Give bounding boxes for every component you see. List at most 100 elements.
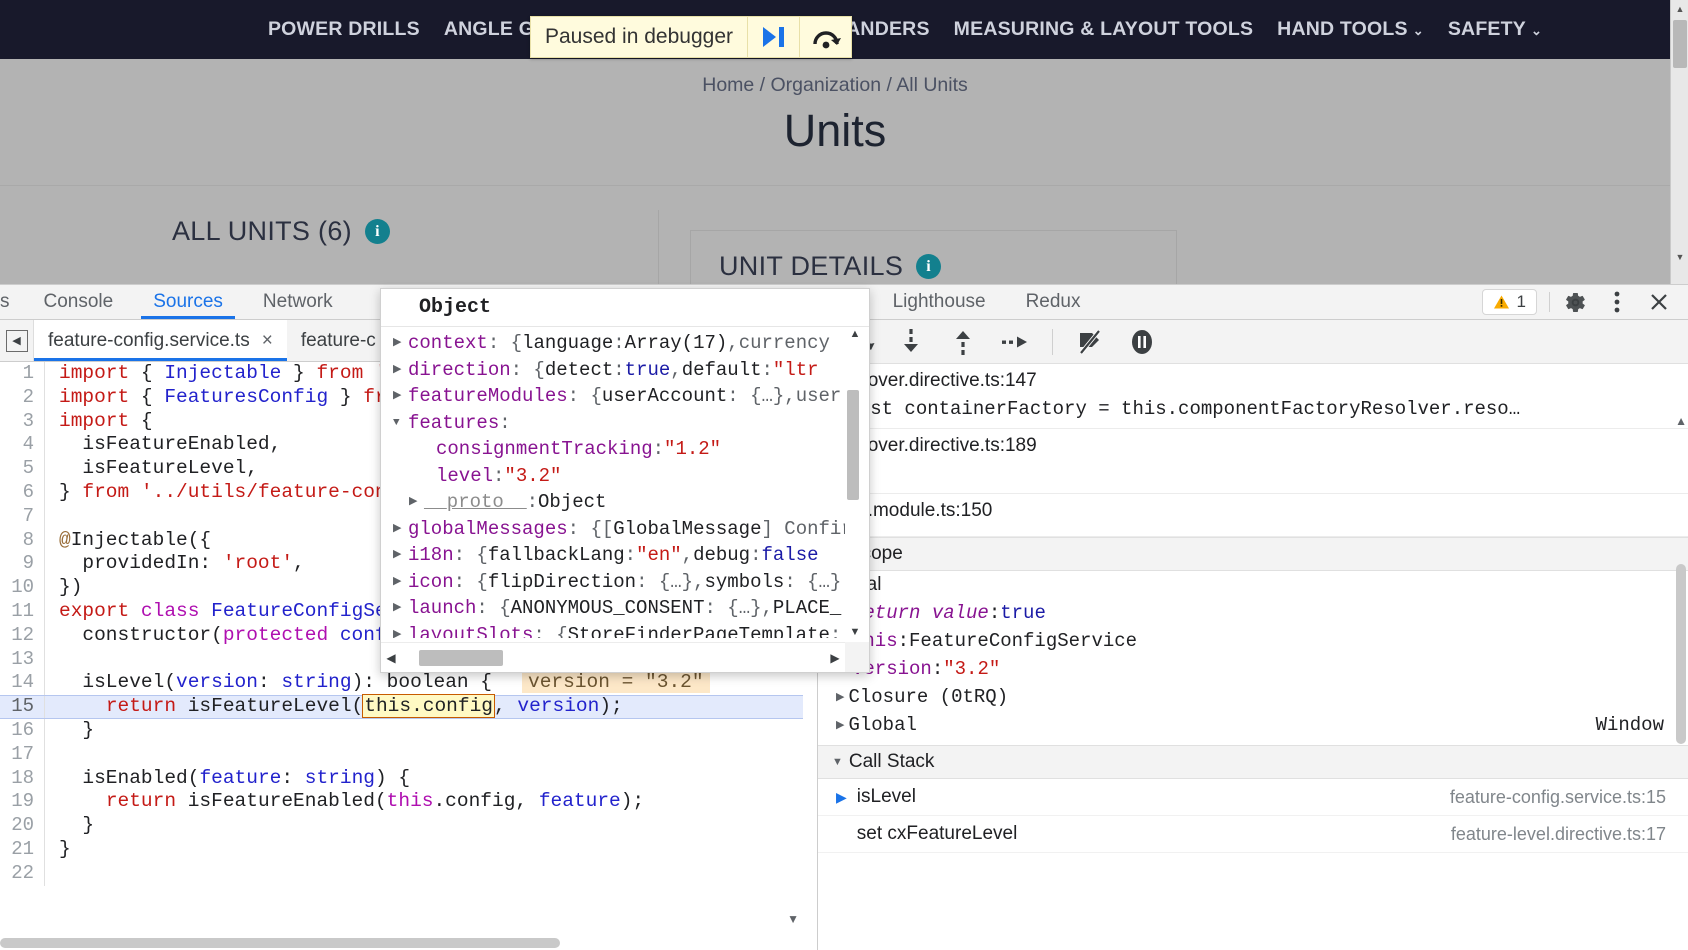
line-number[interactable]: 12 — [0, 624, 44, 648]
object-property-row[interactable]: ▶ __proto__: Object — [381, 489, 845, 516]
scroll-up-arrow-icon[interactable]: ▲ — [1671, 0, 1688, 18]
page-scrollbar[interactable]: ▲ ▼ — [1670, 0, 1688, 284]
line-number[interactable]: 21 — [0, 838, 44, 862]
warning-count-chip[interactable]: 1 — [1481, 289, 1537, 315]
line-number[interactable]: 9 — [0, 552, 44, 576]
line-number[interactable]: 14 — [0, 671, 44, 695]
object-property-row[interactable]: ▶ featureModules: {userAccount: {…}, user — [381, 383, 845, 410]
file-tab-feature-c[interactable]: feature-c — [286, 320, 390, 361]
scroll-up-arrow-icon[interactable]: ▲ — [1675, 414, 1687, 428]
call-stack-frame[interactable]: ▶ set cxFeatureLevel feature-level.direc… — [818, 816, 1688, 853]
line-number[interactable]: 6 — [0, 481, 44, 505]
selected-expression[interactable]: this.config — [362, 694, 495, 719]
object-popover-horizontal-scrollbar[interactable]: ◀ ▶ — [381, 642, 845, 672]
object-property-row[interactable]: ▶ layoutSlots: {StoreFinderPageTemplate: — [381, 622, 845, 639]
pause-on-exceptions-icon[interactable] — [1119, 322, 1165, 362]
tab-redux[interactable]: Redux — [1006, 285, 1101, 319]
code-horizontal-scrollbar[interactable] — [0, 936, 803, 950]
scope-variable-row[interactable]: return value: true — [818, 599, 1688, 627]
line-number[interactable]: 19 — [0, 790, 44, 814]
line-number[interactable]: 17 — [0, 743, 44, 767]
chevron-right-icon[interactable]: ▶ — [409, 489, 424, 516]
line-number[interactable]: 5 — [0, 457, 44, 481]
info-icon[interactable]: i — [364, 219, 390, 244]
line-number[interactable]: 10 — [0, 576, 44, 600]
object-inspector-popover[interactable]: Object ▶ context: {language: Array(17), c… — [380, 288, 870, 673]
breakpoint-entry[interactable]: app.module.ts:150 — [818, 494, 1688, 537]
scroll-down-arrow-icon[interactable]: ▼ — [787, 912, 799, 926]
scroll-left-arrow-icon[interactable]: ◀ — [381, 651, 401, 665]
scroll-down-arrow-icon[interactable]: ▼ — [848, 626, 862, 638]
scroll-right-arrow-icon[interactable]: ▶ — [825, 651, 845, 665]
code-line[interactable]: 19 return isFeatureEnabled(this.config, … — [0, 790, 817, 815]
chevron-right-icon[interactable]: ▶ — [393, 330, 408, 357]
code-line[interactable]: 20 } — [0, 814, 817, 838]
tab-elements-clipped[interactable]: s — [0, 285, 24, 319]
code-line[interactable]: 17 — [0, 742, 817, 767]
line-number[interactable]: 15 — [0, 695, 44, 719]
step-over-icon[interactable] — [992, 322, 1038, 362]
breakpoint-location[interactable]: popover.directive.ts:189 — [836, 435, 1688, 457]
scope-local-label[interactable]: Local — [818, 571, 1688, 599]
gear-icon[interactable] — [1554, 285, 1596, 320]
tab-lighthouse[interactable]: Lighthouse — [873, 285, 1006, 319]
object-popover-vertical-scrollbar[interactable]: ▲ ▼ — [845, 328, 861, 638]
close-icon[interactable] — [1638, 285, 1680, 320]
nav-item-power-drills[interactable]: POWER DRILLS — [268, 18, 420, 41]
object-property-list[interactable]: ▶ context: {language: Array(17), currency… — [381, 328, 845, 638]
chevron-right-icon[interactable]: ▶ — [393, 516, 408, 543]
code-line[interactable]: 21} — [0, 837, 817, 862]
object-property-row[interactable]: ▼ features: — [381, 410, 845, 437]
deactivate-breakpoints-icon[interactable] — [1067, 322, 1113, 362]
page-scroll-thumb[interactable] — [1673, 20, 1687, 68]
line-number[interactable]: 7 — [0, 505, 44, 529]
call-stack-frame[interactable]: ▶ isLevel feature-config.service.ts:15 — [818, 779, 1688, 816]
line-number[interactable]: 18 — [0, 767, 44, 791]
scope-global-row[interactable]: ▶ Global Window — [818, 711, 1688, 739]
object-property-row[interactable]: ▶ direction: {detect: true, default: "ltr — [381, 357, 845, 384]
line-number[interactable]: 8 — [0, 529, 44, 553]
chevron-right-icon[interactable]: ▶ — [393, 622, 408, 639]
object-property-row[interactable]: ▶ i18n: {fallbackLang: "en", debug: false — [381, 542, 845, 569]
object-property-row[interactable]: ▶ context: {language: Array(17), currency — [381, 330, 845, 357]
chevron-down-icon[interactable]: ▼ — [393, 410, 408, 437]
code-line[interactable]: 14 isLevel(version: string): boolean {ve… — [0, 671, 817, 696]
code-line[interactable]: 16 } — [0, 718, 817, 743]
breakpoint-location[interactable]: app.module.ts:150 — [836, 500, 1688, 522]
scroll-down-arrow-icon[interactable]: ▼ — [1671, 248, 1688, 266]
object-property-row[interactable]: ▶ launch: {ANONYMOUS_CONSENT: {…}, PLACE_ — [381, 595, 845, 622]
step-over-icon[interactable] — [799, 17, 851, 57]
resume-script-icon[interactable] — [747, 17, 799, 57]
code-line[interactable]: 18 isEnabled(feature: string) { — [0, 766, 817, 791]
line-number[interactable]: 22 — [0, 862, 44, 886]
line-number[interactable]: 16 — [0, 719, 44, 743]
scope-variable-row[interactable]: this: FeatureConfigService — [818, 627, 1688, 655]
chevron-right-icon[interactable]: ▶ — [393, 569, 408, 596]
object-popover-scroll-thumb[interactable] — [847, 390, 859, 500]
breakpoint-entry[interactable]: popover.directive.ts:147 const container… — [818, 364, 1688, 429]
scope-section-header[interactable]: ▼ Scope — [818, 537, 1688, 571]
scope-variable-row[interactable]: version: "3.2" — [818, 655, 1688, 683]
scroll-up-arrow-icon[interactable]: ▲ — [848, 328, 862, 340]
close-icon[interactable]: × — [262, 330, 273, 352]
debugger-scrollbar[interactable]: ▲ — [1674, 364, 1688, 950]
chevron-right-icon[interactable]: ▶ — [393, 542, 408, 569]
call-stack-section-header[interactable]: ▼ Call Stack — [818, 745, 1688, 779]
step-out-icon[interactable] — [940, 322, 986, 362]
object-property-row[interactable]: ▶ icon: {flipDirection: {…}, symbols: {…} — [381, 569, 845, 596]
chevron-right-icon[interactable]: ▶ — [393, 595, 408, 622]
line-number[interactable]: 2 — [0, 386, 44, 410]
step-into-icon[interactable] — [888, 322, 934, 362]
nav-item-safety[interactable]: SAFETY ⌄ — [1448, 18, 1542, 41]
object-property-row[interactable]: level: "3.2" — [381, 463, 845, 490]
file-tab-feature-config-service[interactable]: feature-config.service.ts × — [34, 320, 287, 361]
line-number[interactable]: 20 — [0, 814, 44, 838]
chevron-right-icon[interactable]: ▶ — [393, 357, 408, 384]
tab-network[interactable]: Network — [243, 285, 353, 319]
info-icon[interactable]: i — [916, 254, 942, 279]
breakpoint-entry[interactable]: popover.directive.ts:189 } — [818, 429, 1688, 494]
tab-console[interactable]: Console — [24, 285, 134, 319]
nav-item-hand-tools[interactable]: HAND TOOLS ⌄ — [1277, 18, 1424, 41]
line-number[interactable]: 1 — [0, 362, 44, 386]
tab-sources[interactable]: Sources — [133, 285, 243, 319]
